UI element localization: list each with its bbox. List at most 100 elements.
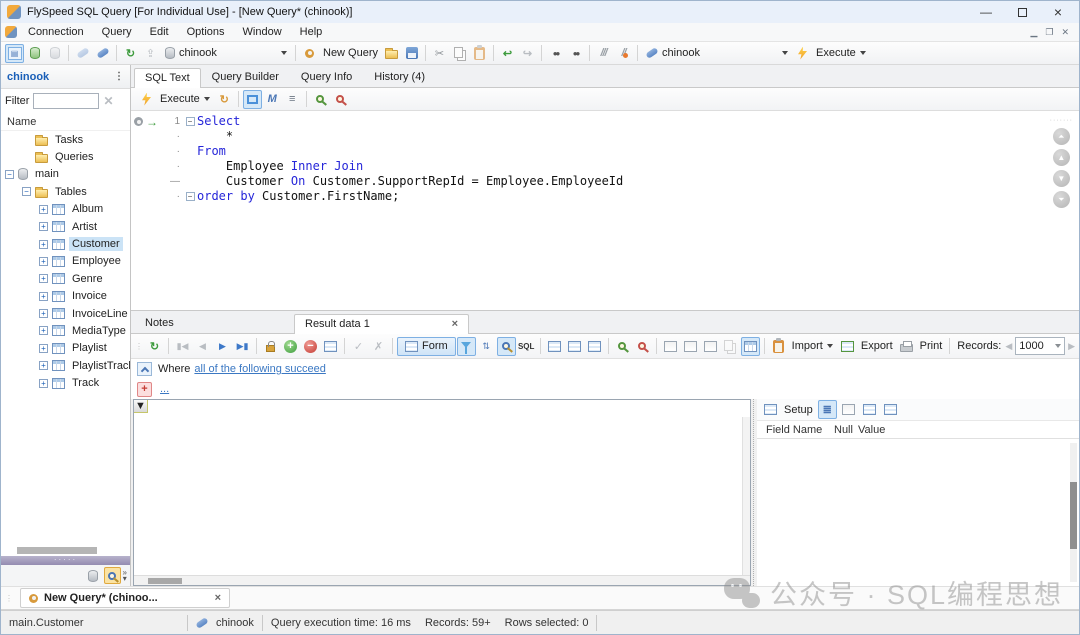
column-resize-button[interactable]	[565, 337, 584, 356]
sidebar-hscrollbar[interactable]	[1, 546, 130, 556]
fold-icon[interactable]: −	[186, 117, 195, 126]
next-record-button[interactable]: ▶	[213, 337, 232, 356]
fold-icon[interactable]: −	[186, 192, 195, 201]
expand-icon[interactable]: +	[39, 344, 48, 353]
scrollbar-thumb[interactable]	[148, 578, 182, 584]
result-grid[interactable]: ▼	[133, 399, 751, 586]
scroll-down-button[interactable]: ▼	[1053, 170, 1070, 187]
search-data-button[interactable]	[497, 337, 516, 356]
comment-button[interactable]: ///	[594, 44, 613, 63]
overflow-button[interactable]: »▾	[123, 570, 127, 582]
print-button[interactable]: Print	[917, 340, 946, 352]
more-link[interactable]: ...	[160, 383, 169, 395]
collapse-filter-button[interactable]	[137, 362, 152, 376]
tree-item-track[interactable]: +Track	[1, 374, 130, 391]
close-icon[interactable]: ×	[452, 318, 458, 330]
gear-icon[interactable]	[134, 117, 143, 126]
editor-execute-button[interactable]: Execute	[157, 93, 203, 105]
post-edit-button[interactable]: ✓	[349, 337, 368, 356]
scrollbar-thumb[interactable]	[1070, 482, 1077, 549]
grid-filter-dropdown[interactable]: ▼	[134, 400, 148, 413]
sql-view-button[interactable]: SQL	[517, 337, 536, 356]
menu-connection[interactable]: Connection	[19, 24, 93, 40]
close-icon[interactable]: ×	[215, 592, 221, 604]
find-replace-button[interactable]: ●●	[566, 44, 585, 63]
grid-vscrollbar[interactable]	[742, 417, 750, 575]
result-tab-result-data-1[interactable]: Result data 1×	[294, 314, 469, 334]
paste-button[interactable]	[470, 44, 489, 63]
code-text[interactable]: From	[197, 144, 226, 159]
print-icon-button[interactable]	[897, 337, 916, 356]
new-query-icon-button[interactable]	[300, 44, 319, 63]
tree-item-playlist[interactable]: +Playlist	[1, 340, 130, 357]
find-button[interactable]: ●●	[546, 44, 565, 63]
code-text[interactable]: *	[197, 129, 233, 144]
tree-item-mediatype[interactable]: +MediaType	[1, 322, 130, 339]
mdi-restore-button[interactable]: ❐	[1045, 28, 1053, 37]
code-text[interactable]: Employee Inner Join	[197, 159, 363, 174]
form-layout-list-button[interactable]: ≣	[818, 400, 837, 419]
form-layout-band1-button[interactable]	[860, 400, 879, 419]
expand-icon[interactable]: +	[39, 274, 48, 283]
database-view-button[interactable]	[85, 567, 102, 584]
prev-record-button[interactable]: ◀	[193, 337, 212, 356]
tree-item-album[interactable]: +Album	[1, 201, 130, 218]
tab-sql-text[interactable]: SQL Text	[134, 68, 201, 88]
import-dropdown-icon[interactable]	[827, 344, 833, 348]
execute-dropdown-icon[interactable]	[860, 51, 866, 55]
wrap-button[interactable]: M	[263, 90, 282, 109]
row-resize-button[interactable]	[585, 337, 604, 356]
filter-input[interactable]	[33, 93, 99, 109]
database-search-button[interactable]	[104, 567, 121, 584]
sql-editor[interactable]: →1−Select· *·From· Employee Inner Join— …	[131, 111, 1079, 310]
expand-icon[interactable]: +	[39, 326, 48, 335]
form-layout-grid-button[interactable]	[839, 400, 858, 419]
delete-record-button[interactable]: −	[301, 337, 320, 356]
edit-connection-button[interactable]	[73, 44, 92, 63]
menu-window[interactable]: Window	[234, 24, 291, 40]
menu-help[interactable]: Help	[291, 24, 332, 40]
minimize-button[interactable]: —	[979, 5, 993, 19]
expand-icon[interactable]: +	[39, 292, 48, 301]
form-vscrollbar[interactable]	[1070, 443, 1077, 582]
clear-filter-icon[interactable]: ✕	[103, 94, 113, 108]
import-icon-button[interactable]	[769, 337, 788, 356]
refresh-data-button[interactable]: ↻	[145, 337, 164, 356]
tree-item-customer[interactable]: +Customer	[1, 235, 130, 252]
expand-icon[interactable]: +	[39, 222, 48, 231]
new-query-button[interactable]: New Query	[320, 47, 381, 59]
add-condition-button[interactable]: +	[137, 382, 152, 397]
sidebar-splitter[interactable]: ·····	[1, 556, 130, 565]
scroll-bottom-button[interactable]: ⏷	[1053, 191, 1070, 208]
tree-item-employee[interactable]: +Employee	[1, 253, 130, 270]
expand-icon[interactable]: +	[39, 309, 48, 318]
close-button[interactable]: ×	[1051, 5, 1065, 19]
mdi-minimize-button[interactable]: ▁	[1030, 28, 1037, 37]
text-lines-button[interactable]: ≡	[283, 90, 302, 109]
tab-history-4[interactable]: History (4)	[363, 67, 436, 87]
sort-button[interactable]: ⇅	[477, 337, 496, 356]
tree-item-genre[interactable]: +Genre	[1, 270, 130, 287]
scrollbar-thumb[interactable]	[17, 547, 97, 554]
open-button[interactable]	[382, 44, 401, 63]
grid-hscrollbar[interactable]	[134, 575, 750, 585]
redo-button[interactable]: ↪	[518, 44, 537, 63]
execute-button[interactable]: Execute	[813, 47, 859, 59]
connection-combo[interactable]: chinook	[161, 44, 291, 63]
tab-query-builder[interactable]: Query Builder	[201, 67, 290, 87]
mdi-close-button[interactable]: ✕	[1061, 28, 1069, 37]
tree-item-main[interactable]: −main	[1, 166, 130, 183]
format-sql-button[interactable]: ↻	[215, 90, 234, 109]
menu-query[interactable]: Query	[93, 24, 141, 40]
zoom-in-button[interactable]	[311, 90, 330, 109]
expand-icon[interactable]: +	[39, 361, 48, 370]
tree-item-artist[interactable]: +Artist	[1, 218, 130, 235]
records-prev-icon[interactable]: ◀	[1005, 341, 1012, 352]
records-combo[interactable]: 1000	[1015, 337, 1065, 355]
uncomment-button[interactable]: //	[614, 44, 633, 63]
expand-icon[interactable]: +	[39, 379, 48, 388]
execute-dropdown-icon[interactable]	[204, 97, 210, 101]
view-list2-button[interactable]	[681, 337, 700, 356]
code-text[interactable]: Select	[197, 114, 240, 129]
view-table-button[interactable]	[741, 337, 760, 356]
